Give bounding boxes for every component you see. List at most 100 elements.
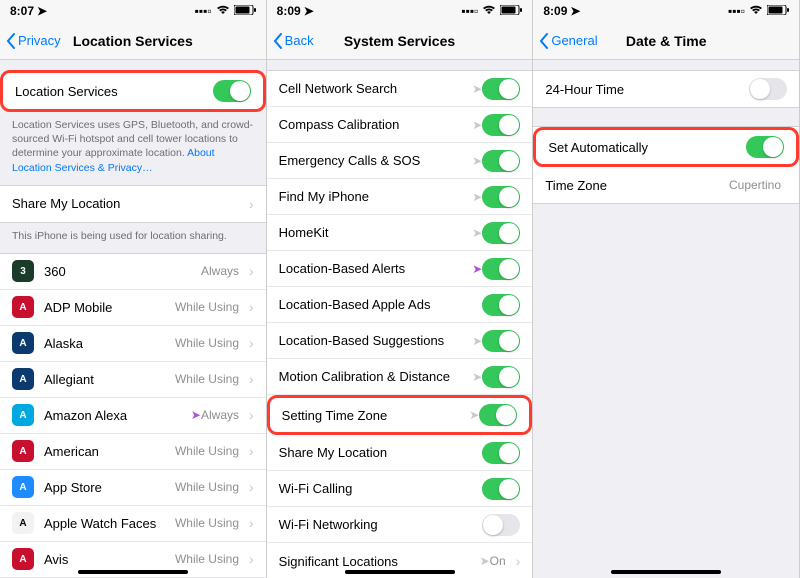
home-indicator[interactable]	[611, 570, 721, 574]
footer-note: Location Services uses GPS, Bluetooth, a…	[0, 112, 266, 185]
toggle[interactable]	[482, 478, 520, 500]
back-button[interactable]: Back	[273, 33, 314, 49]
app-row[interactable]: AAlaskaWhile Using›	[0, 326, 266, 362]
toggle-row[interactable]: Location Services	[3, 73, 263, 109]
signal-icon: ▪▪▪▫	[461, 4, 478, 18]
app-icon: A	[12, 296, 34, 318]
status-right: ▪▪▪▫	[195, 4, 256, 18]
content: Location Services Location Services uses…	[0, 60, 266, 578]
toggle[interactable]	[482, 114, 520, 136]
system-service-row[interactable]: Share My Location	[267, 435, 533, 471]
chevron-right-icon: ›	[249, 515, 254, 531]
app-row[interactable]: 3360Always›	[0, 254, 266, 290]
row-status: On	[490, 554, 506, 568]
content: 24-Hour Time Set Automatically Time Zone…	[533, 60, 799, 578]
set-automatically-toggle[interactable]	[746, 136, 784, 158]
system-service-row[interactable]: Location-Based Suggestions➤	[267, 323, 533, 359]
chevron-right-icon: ›	[249, 407, 254, 423]
share-note: This iPhone is being used for location s…	[0, 223, 266, 253]
toggle[interactable]	[482, 294, 520, 316]
app-row[interactable]: AAllegiantWhile Using›	[0, 362, 266, 398]
app-row[interactable]: AApp StoreWhile Using›	[0, 470, 266, 506]
battery-icon	[234, 4, 256, 18]
location-arrow-icon: ➤	[480, 554, 490, 568]
app-name: Amazon Alexa	[44, 408, 187, 423]
status-time: 8:07	[10, 4, 34, 18]
app-status: Always	[201, 264, 239, 278]
app-name: Allegiant	[44, 372, 175, 387]
location-arrow-icon: ➤	[472, 262, 482, 276]
24-hour-toggle[interactable]	[749, 78, 787, 100]
row-label: Wi-Fi Networking	[279, 517, 483, 532]
share-my-location-row[interactable]: Share My Location ›	[0, 186, 266, 222]
system-service-row[interactable]: Emergency Calls & SOS➤	[267, 143, 533, 179]
app-status: While Using	[175, 372, 239, 386]
toggle[interactable]	[482, 222, 520, 244]
toggle[interactable]	[482, 442, 520, 464]
app-icon: A	[12, 512, 34, 534]
home-indicator[interactable]	[78, 570, 188, 574]
app-icon: A	[12, 476, 34, 498]
system-service-row[interactable]: Wi-Fi Networking	[267, 507, 533, 543]
row-label: Share My Location	[279, 445, 483, 460]
system-service-row[interactable]: Wi-Fi Calling	[267, 471, 533, 507]
app-row[interactable]: AADP MobileWhile Using›	[0, 290, 266, 326]
time-zone-row[interactable]: Time Zone Cupertino	[533, 167, 799, 203]
location-services-toggle[interactable]	[213, 80, 251, 102]
row-label: Location-Based Apple Ads	[279, 297, 483, 312]
toggle[interactable]	[482, 514, 520, 536]
status-bar: 8:09➤ ▪▪▪▫	[267, 0, 533, 22]
wifi-icon	[216, 4, 230, 18]
home-indicator[interactable]	[345, 570, 455, 574]
chevron-right-icon: ›	[249, 551, 254, 567]
app-icon: A	[12, 404, 34, 426]
chevron-right-icon: ›	[249, 263, 254, 279]
system-service-row[interactable]: Compass Calibration➤	[267, 107, 533, 143]
toggle[interactable]	[482, 150, 520, 172]
nav-bar: General Date & Time	[533, 22, 799, 60]
app-icon: A	[12, 368, 34, 390]
content: Cell Network Search➤Compass Calibration➤…	[267, 60, 533, 578]
system-service-row[interactable]: Setting Time Zone➤	[267, 395, 533, 435]
toggle[interactable]	[482, 186, 520, 208]
system-service-row[interactable]: Location-Based Alerts➤	[267, 251, 533, 287]
battery-icon	[767, 4, 789, 18]
toggle[interactable]	[482, 258, 520, 280]
system-service-row[interactable]: HomeKit➤	[267, 215, 533, 251]
system-service-row[interactable]: Motion Calibration & Distance➤	[267, 359, 533, 395]
nav-bar: Privacy Location Services	[0, 22, 266, 60]
chevron-right-icon: ›	[249, 335, 254, 351]
toggle[interactable]	[482, 366, 520, 388]
toggle[interactable]	[479, 404, 517, 426]
location-arrow-icon: ➤	[472, 370, 482, 384]
app-status: Always	[201, 408, 239, 422]
app-row[interactable]: AAmericanWhile Using›	[0, 434, 266, 470]
row-label: HomeKit	[279, 225, 469, 240]
system-service-row[interactable]: Location-Based Apple Ads	[267, 287, 533, 323]
app-name: American	[44, 444, 175, 459]
chevron-right-icon: ›	[516, 553, 521, 569]
back-button[interactable]: Privacy	[6, 33, 61, 49]
24-hour-time-row[interactable]: 24-Hour Time	[533, 71, 799, 107]
app-status: While Using	[175, 480, 239, 494]
app-status: While Using	[175, 444, 239, 458]
toggle[interactable]	[482, 78, 520, 100]
back-button[interactable]: General	[539, 33, 597, 49]
system-service-row[interactable]: Cell Network Search➤	[267, 71, 533, 107]
battery-icon	[500, 4, 522, 18]
row-label: Motion Calibration & Distance	[279, 369, 469, 384]
row-label: Location-Based Alerts	[279, 261, 469, 276]
app-name: 360	[44, 264, 201, 279]
location-icon: ➤	[37, 4, 47, 18]
system-services-pane: 8:09➤ ▪▪▪▫ Back System Services Cell Net…	[267, 0, 534, 578]
system-service-row[interactable]: Find My iPhone➤	[267, 179, 533, 215]
app-row[interactable]: AApple Watch FacesWhile Using›	[0, 506, 266, 542]
location-icon: ➤	[304, 4, 314, 18]
set-automatically-row[interactable]: Set Automatically	[533, 127, 799, 167]
location-icon: ➤	[570, 4, 580, 18]
chevron-right-icon: ›	[249, 479, 254, 495]
toggle[interactable]	[482, 330, 520, 352]
share-location-group: Share My Location ›	[0, 185, 266, 223]
app-row[interactable]: AAmazon Alexa➤Always›	[0, 398, 266, 434]
app-icon: A	[12, 332, 34, 354]
